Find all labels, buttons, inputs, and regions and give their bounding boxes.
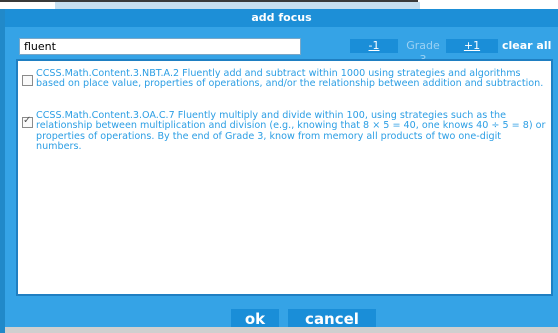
cancel-button[interactable]: cancel [288,309,376,329]
list-item[interactable]: CCSS.Math.Content.3.NBT.A.2 Fluently add… [22,68,548,90]
item-text: CCSS.Math.Content.3.OA.C.7 Fluently mult… [36,110,546,153]
ok-button[interactable]: ok [231,309,279,329]
item-text: CCSS.Math.Content.3.NBT.A.2 Fluently add… [36,68,544,90]
item-checkbox[interactable] [22,115,33,128]
bottom-edge [5,327,558,333]
screen: add focus -1 Grade 3 +1 clear all CCSS.M… [0,0,558,333]
top-strip [0,0,558,9]
search-input[interactable] [19,38,301,55]
dialog-title: add focus [5,9,558,27]
grade-plus-button[interactable]: +1 [446,39,498,53]
list-item[interactable]: CCSS.Math.Content.3.OA.C.7 Fluently mult… [22,110,548,153]
background-tab [55,2,420,9]
grade-label: Grade 3 [406,39,440,66]
item-checkbox[interactable] [22,75,33,86]
clear-all-link[interactable]: clear all [502,39,551,53]
grade-minus-button[interactable]: -1 [350,39,398,53]
standards-list: CCSS.Math.Content.3.NBT.A.2 Fluently add… [16,59,553,296]
add-focus-dialog: add focus -1 Grade 3 +1 clear all CCSS.M… [5,9,558,333]
